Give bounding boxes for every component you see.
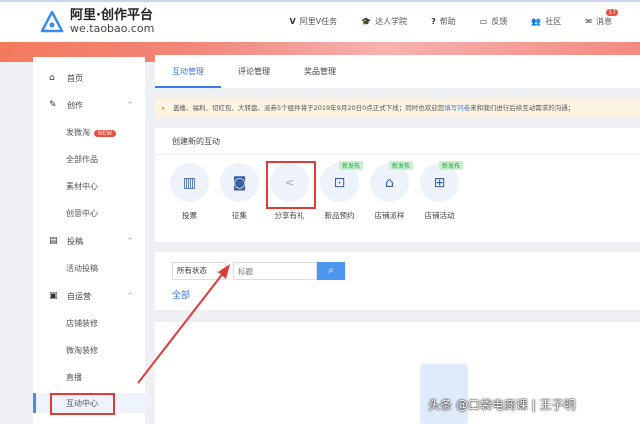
section-title: 创建新的互动 bbox=[172, 137, 220, 146]
highlight-box bbox=[50, 393, 115, 415]
notice-text-2: 来和我们进行后续互动需求的沟通； bbox=[470, 104, 575, 112]
create-vote[interactable]: ▥ 投票 bbox=[170, 163, 209, 221]
nav-label: 反馈 bbox=[491, 17, 508, 26]
sidebar-label: 首页 bbox=[67, 73, 83, 83]
sidebar-item-home[interactable]: ⌂ 首页 bbox=[33, 68, 145, 88]
highlight-box bbox=[266, 161, 316, 209]
nav-academy[interactable]: 🎓 达人学院 bbox=[361, 16, 407, 27]
survey-link[interactable]: 填写问卷 bbox=[444, 104, 470, 112]
create-shop-activity[interactable]: ⊞ 新发布 店铺活动 bbox=[420, 161, 463, 221]
title-search-input[interactable] bbox=[233, 262, 317, 280]
nav-v-task[interactable]: V 阿里V任务 bbox=[289, 16, 337, 27]
sidebar-item-materials[interactable]: 素材中心 bbox=[33, 176, 145, 196]
sidebar-label: 创意中心 bbox=[66, 208, 98, 218]
create-shop-sample[interactable]: ⌂ 新发布 店铺派样 bbox=[370, 161, 413, 221]
feedback-icon: ▭ bbox=[479, 17, 488, 26]
chevron-up-icon: ^ bbox=[127, 101, 133, 109]
tab-bar: 互动管理 评论管理 奖品管理 bbox=[155, 55, 640, 88]
nav-label: 消息 bbox=[596, 17, 612, 26]
sidebar-label: 微淘装修 bbox=[66, 345, 98, 355]
sidebar-item-shop-decor[interactable]: 店铺装修 bbox=[33, 313, 145, 333]
sidebar-label: 投稿 bbox=[67, 236, 83, 246]
chevron-up-icon: ^ bbox=[127, 237, 133, 245]
empty-document-icon bbox=[420, 364, 468, 424]
sidebar-label: 创作 bbox=[67, 100, 83, 110]
logo[interactable]: 阿里·创作平台 we.taobao.com bbox=[40, 9, 154, 35]
item-label: 店铺活动 bbox=[424, 211, 455, 220]
sidebar-item-weitao-decor[interactable]: 微淘装修 bbox=[33, 340, 145, 360]
pencil-icon: ✎ bbox=[49, 100, 57, 110]
sidebar-label: 发微淘 NEW bbox=[66, 127, 117, 138]
mail-icon: ✉ bbox=[585, 17, 592, 26]
sidebar-item-activity-submit[interactable]: 活动投稿 bbox=[33, 258, 145, 278]
item-label: 分享有礼 bbox=[274, 211, 305, 220]
sidebar-item-all-works[interactable]: 全部作品 bbox=[33, 149, 145, 169]
nav-help[interactable]: ? 帮助 bbox=[431, 16, 456, 27]
nav-label: 达人学院 bbox=[375, 17, 408, 26]
chevron-up-icon: ^ bbox=[127, 292, 133, 300]
create-interaction-card: 创建新的互动 ▥ 投票 ◙ 征集 < 分享有礼 ⊡ 新发布 新品预约 ⌂ 新发布 店铺派样 ⊞… bbox=[155, 128, 640, 242]
sidebar-label: 直播 bbox=[66, 372, 82, 382]
box-icon: ▣ bbox=[49, 291, 58, 301]
users-icon: 👥 bbox=[531, 17, 542, 26]
sidebar-item-post[interactable]: 发微淘 NEW bbox=[33, 122, 145, 142]
logo-icon bbox=[40, 10, 64, 33]
sidebar-group-submit[interactable]: ▤ 投稿 ^ bbox=[33, 231, 145, 251]
item-label: 新品预约 bbox=[324, 211, 355, 220]
new-release-tag: 新发布 bbox=[388, 161, 413, 170]
sidebar: ⌂ 首页 ✎ 创作 ^ 发微淘 NEW 全部作品 素材中心 创意中心 ▤ 投稿 ^ 活动投稿… bbox=[33, 57, 145, 424]
camera-icon: ◙ bbox=[220, 163, 259, 202]
logo-title: 阿里·创作平台 bbox=[70, 8, 153, 23]
sidebar-label: 自运营 bbox=[67, 291, 91, 301]
tab-prize-management[interactable]: 奖品管理 bbox=[287, 55, 353, 88]
speaker-icon: ◂ bbox=[161, 104, 165, 112]
sidebar-item-creative[interactable]: 创意中心 bbox=[33, 203, 145, 223]
nav-messages[interactable]: ✉ 消息 17 bbox=[585, 9, 618, 27]
sidebar-group-create[interactable]: ✎ 创作 ^ bbox=[33, 95, 145, 115]
tab-interaction-management[interactable]: 互动管理 bbox=[155, 55, 221, 88]
nav-label: 社区 bbox=[545, 17, 562, 26]
item-label: 征集 bbox=[232, 211, 247, 220]
nav-feedback[interactable]: ▭ 反馈 bbox=[480, 16, 508, 27]
sidebar-item-live[interactable]: 直播 bbox=[33, 367, 145, 387]
filter-card: 所有状态 ⌄ ⌕ 全部 bbox=[155, 252, 640, 310]
bar-chart-icon: ▥ bbox=[170, 163, 209, 202]
notice-text: 盖楼、福利、切红包、大转盘、派券5个组件将于2019年9月20日0点正式下线；同… bbox=[173, 104, 445, 112]
nav-label: 帮助 bbox=[439, 17, 456, 26]
create-collect[interactable]: ◙ 征集 bbox=[220, 163, 259, 221]
watermark: 头条 @口袋电商课 | 王子明 bbox=[428, 398, 576, 412]
search-icon: ⌕ bbox=[328, 265, 334, 276]
sidebar-group-self-operation[interactable]: ▣ 自运营 ^ bbox=[33, 286, 145, 306]
sidebar-label-text: 发微淘 bbox=[66, 127, 90, 137]
item-label: 投票 bbox=[182, 211, 197, 220]
filter-all[interactable]: 全部 bbox=[172, 288, 190, 301]
sidebar-label: 素材中心 bbox=[66, 181, 98, 191]
item-label: 店铺派样 bbox=[374, 211, 405, 220]
help-icon: ? bbox=[431, 17, 436, 26]
nav-label: 阿里V任务 bbox=[299, 17, 338, 26]
logo-domain: we.taobao.com bbox=[70, 22, 155, 35]
document-icon: ▤ bbox=[49, 236, 58, 246]
home-icon: ⌂ bbox=[49, 73, 55, 83]
nav-community[interactable]: 👥 社区 bbox=[531, 16, 561, 27]
sidebar-label: 活动投稿 bbox=[66, 263, 98, 273]
status-select[interactable]: 所有状态 ⌄ bbox=[172, 262, 226, 280]
notice-bar: ◂ 盖楼、福利、切红包、大转盘、派券5个组件将于2019年9月20日0点正式下线；… bbox=[155, 98, 640, 118]
tab-comment-management[interactable]: 评论管理 bbox=[221, 55, 287, 88]
sidebar-label: 全部作品 bbox=[66, 154, 98, 164]
top-header: 阿里·创作平台 we.taobao.com V 阿里V任务 🎓 达人学院 ? 帮助 ▭ 反… bbox=[0, 0, 640, 42]
sidebar-label: 店铺装修 bbox=[66, 318, 98, 328]
chevron-down-icon: ⌄ bbox=[214, 266, 221, 275]
v-icon: V bbox=[289, 17, 296, 26]
message-count-badge: 17 bbox=[606, 9, 618, 16]
new-badge: NEW bbox=[94, 129, 117, 137]
graduation-cap-icon: 🎓 bbox=[361, 17, 372, 26]
status-value: 所有状态 bbox=[177, 266, 207, 275]
search-button[interactable]: ⌕ bbox=[317, 262, 345, 280]
create-new-product-booking[interactable]: ⊡ 新发布 新品预约 bbox=[320, 161, 363, 221]
new-release-tag: 新发布 bbox=[438, 161, 463, 170]
new-release-tag: 新发布 bbox=[338, 161, 363, 170]
